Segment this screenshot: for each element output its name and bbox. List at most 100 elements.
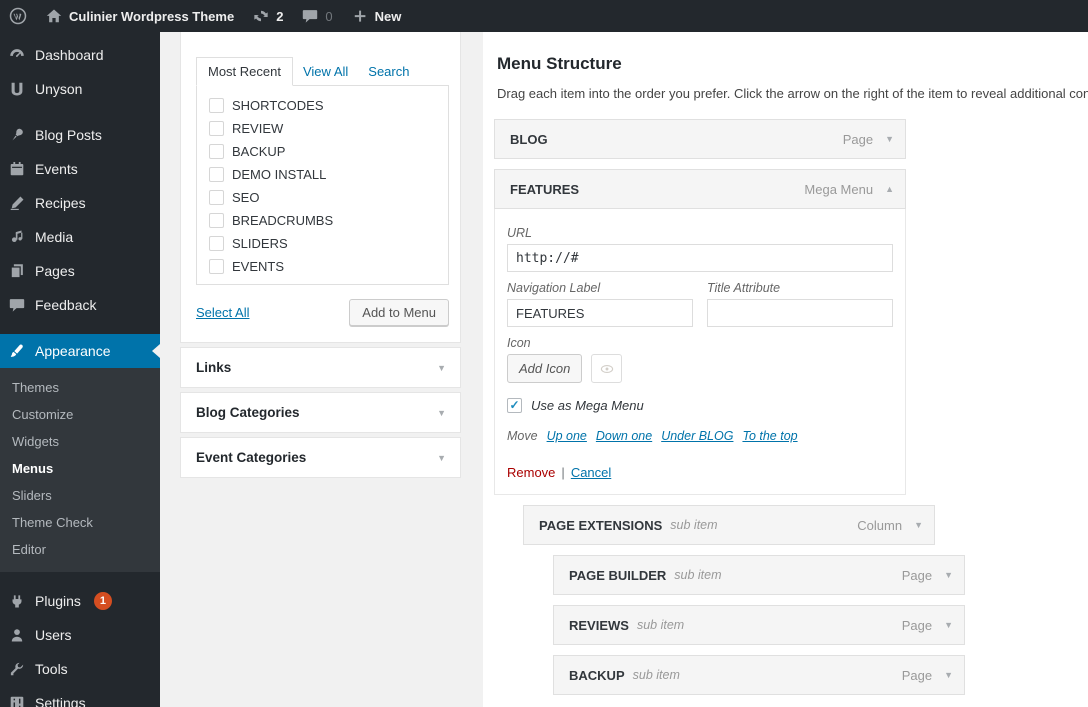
sub-item-label: sub item	[636, 618, 685, 632]
checkbox[interactable]	[209, 236, 224, 251]
checkbox[interactable]	[209, 121, 224, 136]
media-icon	[11, 230, 23, 243]
select-all-link[interactable]: Select All	[196, 305, 249, 320]
move-down-one-link[interactable]: Down one	[596, 429, 652, 443]
submenu-item-theme-check[interactable]: Theme Check	[0, 509, 160, 536]
sidebar-item-pages[interactable]: Pages	[0, 254, 160, 288]
icon-label: Icon	[507, 336, 531, 350]
checkbox[interactable]	[209, 190, 224, 205]
title-attribute-input[interactable]	[707, 299, 893, 327]
checklist-item[interactable]: SHORTCODES	[209, 94, 448, 117]
site-menu-button[interactable]: Culinier Wordpress Theme	[36, 0, 243, 32]
sidebar-item-unyson[interactable]: Unyson	[0, 72, 160, 106]
tab-view-all[interactable]: View All	[293, 58, 358, 85]
submenu-item-sliders[interactable]: Sliders	[0, 482, 160, 509]
sidebar-item-label: Pages	[35, 263, 75, 279]
cancel-link[interactable]: Cancel	[571, 465, 611, 480]
sidebar-separator	[0, 322, 160, 334]
menu-item-handle[interactable]: PAGE EXTENSIONS sub item Column ▼	[523, 505, 935, 545]
navigation-label-input[interactable]	[507, 299, 693, 327]
pages-metabox: Most Recent View All Search SHORTCODES R…	[180, 32, 461, 343]
checkbox[interactable]	[209, 98, 224, 113]
submenu-item-themes[interactable]: Themes	[0, 374, 160, 401]
dashboard-icon	[10, 49, 24, 57]
pushpin-icon	[12, 128, 23, 141]
new-content-button[interactable]: New	[342, 0, 411, 32]
sidebar-item-recipes[interactable]: Recipes	[0, 186, 160, 220]
checklist-item[interactable]: SEO	[209, 186, 448, 209]
menu-item-handle[interactable]: FEATURES Mega Menu ▲	[494, 169, 906, 209]
tab-search[interactable]: Search	[358, 58, 419, 85]
mega-menu-option[interactable]: Use as Mega Menu	[507, 398, 893, 413]
menu-item-reviews: REVIEWS sub item Page ▼	[553, 605, 965, 645]
move-under-blog-link[interactable]: Under BLOG	[661, 429, 733, 443]
checkbox[interactable]	[209, 213, 224, 228]
preview-icon-button[interactable]	[591, 354, 623, 383]
submenu-item-editor[interactable]: Editor	[0, 536, 160, 563]
sidebar-item-label: Tools	[35, 661, 68, 677]
sidebar-item-feedback[interactable]: Feedback	[0, 288, 160, 322]
add-icon-button[interactable]: Add Icon	[507, 354, 583, 383]
menu-item-handle[interactable]: REVIEWS sub item Page ▼	[553, 605, 965, 645]
accordion-blog-categories[interactable]: Blog Categories ▼	[180, 392, 461, 433]
plugins-update-badge: 1	[93, 592, 112, 610]
remove-link[interactable]: Remove	[507, 465, 555, 480]
checklist-item[interactable]: REVIEW	[209, 117, 448, 140]
sidebar-item-media[interactable]: Media	[0, 220, 160, 254]
updates-button[interactable]: 2	[243, 0, 292, 32]
menu-structure-panel: Menu Structure Drag each item into the o…	[483, 32, 1088, 707]
move-to-top-link[interactable]: To the top	[742, 429, 797, 443]
submenu-item-customize[interactable]: Customize	[0, 401, 160, 428]
sidebar-item-appearance[interactable]: Appearance	[0, 334, 160, 368]
sidebar-item-label: Events	[35, 161, 78, 177]
checklist-item[interactable]: EVENTS	[209, 255, 448, 278]
action-separator: |	[561, 465, 565, 480]
sidebar-item-settings[interactable]: Settings	[0, 686, 160, 707]
sidebar-item-plugins[interactable]: Plugins 1	[0, 584, 160, 618]
checklist-item[interactable]: BACKUP	[209, 140, 448, 163]
url-input[interactable]	[507, 244, 893, 272]
checkbox[interactable]	[209, 167, 224, 182]
move-label: Move	[507, 429, 538, 443]
checkbox[interactable]	[209, 144, 224, 159]
checklist-item[interactable]: SLIDERS	[209, 232, 448, 255]
sidebar-item-label: Feedback	[35, 297, 97, 313]
checked-checkbox[interactable]	[507, 398, 522, 413]
wrench-icon	[10, 662, 24, 676]
comments-button[interactable]: 0	[292, 0, 341, 32]
sidebar-item-blog-posts[interactable]: Blog Posts	[0, 118, 160, 152]
checklist-item[interactable]: DEMO INSTALL	[209, 163, 448, 186]
move-up-one-link[interactable]: Up one	[547, 429, 587, 443]
wordpress-menu-button[interactable]	[0, 0, 36, 32]
sidebar-item-label: Settings	[35, 695, 86, 707]
accordion-event-categories[interactable]: Event Categories ▼	[180, 437, 461, 478]
checkbox[interactable]	[209, 259, 224, 274]
sidebar-item-users[interactable]: Users	[0, 618, 160, 652]
pages-icon	[10, 264, 23, 279]
sidebar-item-dashboard[interactable]: Dashboard	[0, 38, 160, 72]
page-title: Menu Structure	[497, 54, 622, 73]
menu-item-handle[interactable]: PAGE BUILDER sub item Page ▼	[553, 555, 965, 595]
submenu-item-menus[interactable]: Menus	[0, 455, 160, 482]
expand-arrow-icon[interactable]: ▼	[944, 620, 953, 630]
menu-item-handle[interactable]: BACKUP sub item Page ▼	[553, 655, 965, 695]
expand-arrow-icon[interactable]: ▼	[914, 520, 923, 530]
submenu-item-widgets[interactable]: Widgets	[0, 428, 160, 455]
tab-most-recent[interactable]: Most Recent	[196, 57, 293, 86]
menu-structure-description: Drag each item into the order you prefer…	[497, 86, 1088, 101]
expand-arrow-icon[interactable]: ▼	[944, 670, 953, 680]
sidebar-item-tools[interactable]: Tools	[0, 652, 160, 686]
site-title: Culinier Wordpress Theme	[69, 8, 235, 24]
add-to-menu-button[interactable]: Add to Menu	[349, 299, 449, 326]
collapse-arrow-icon[interactable]: ▲	[885, 184, 894, 194]
expand-arrow-icon[interactable]: ▼	[885, 134, 894, 144]
expand-arrow-icon[interactable]: ▼	[944, 570, 953, 580]
menu-item-handle[interactable]: BLOG Page ▼	[494, 119, 906, 159]
title-attribute-label: Title Attribute	[707, 281, 781, 295]
appearance-submenu: Themes Customize Widgets Menus Sliders T…	[0, 368, 160, 572]
checklist-item[interactable]: BREADCRUMBS	[209, 209, 448, 232]
item-actions: Remove | Cancel	[507, 465, 893, 480]
sidebar-item-events[interactable]: Events	[0, 152, 160, 186]
accordion-links[interactable]: Links ▼	[180, 347, 461, 388]
eye-icon	[600, 364, 613, 373]
